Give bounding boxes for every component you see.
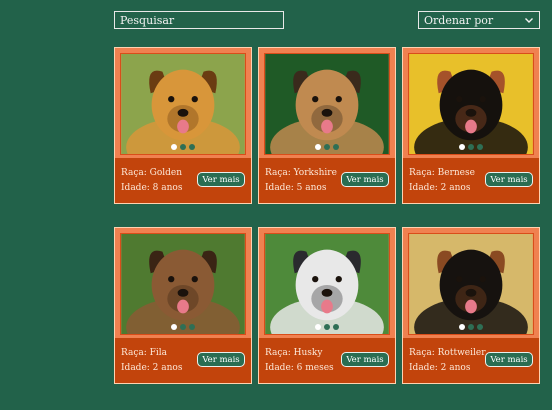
dog-info-panel: Raça: Yorkshire Idade: 5 anos Ver mais <box>259 158 395 203</box>
see-more-button[interactable]: Ver mais <box>341 352 389 367</box>
breed-label: Raça: Rottweiler <box>409 348 486 358</box>
dog-photo-carousel[interactable] <box>120 53 246 155</box>
dog-photo-carousel[interactable] <box>264 233 390 335</box>
carousel-dot[interactable] <box>315 324 321 330</box>
carousel-dot[interactable] <box>324 324 330 330</box>
carousel-dots <box>265 144 389 150</box>
breed-label: Raça: Golden <box>121 168 183 178</box>
dog-info-panel: Raça: Rottweiler Idade: 2 anos Ver mais <box>403 338 539 383</box>
dog-info-panel: Raça: Fila Idade: 2 anos Ver mais <box>115 338 251 383</box>
age-label: Idade: 8 anos <box>121 183 183 193</box>
dog-photo-carousel[interactable] <box>120 233 246 335</box>
carousel-dot[interactable] <box>477 324 483 330</box>
carousel-dot[interactable] <box>468 144 474 150</box>
carousel-dot[interactable] <box>189 144 195 150</box>
see-more-button[interactable]: Ver mais <box>341 172 389 187</box>
sort-dropdown[interactable]: Ordenar por <box>418 11 540 29</box>
carousel-dots <box>409 324 533 330</box>
dog-card: Raça: Bernese Idade: 2 anos Ver mais <box>402 47 540 204</box>
dog-photo <box>121 54 245 154</box>
carousel-dots <box>121 324 245 330</box>
carousel-dot[interactable] <box>180 144 186 150</box>
carousel-dot[interactable] <box>315 144 321 150</box>
carousel-dot[interactable] <box>180 324 186 330</box>
see-more-button[interactable]: Ver mais <box>197 172 245 187</box>
carousel-dot[interactable] <box>333 324 339 330</box>
dog-card: Raça: Husky Idade: 6 meses Ver mais <box>258 227 396 384</box>
carousel-dot[interactable] <box>171 144 177 150</box>
dog-info-panel: Raça: Golden Idade: 8 anos Ver mais <box>115 158 251 203</box>
carousel-dot[interactable] <box>324 144 330 150</box>
age-label: Idade: 2 anos <box>409 363 471 373</box>
carousel-dots <box>265 324 389 330</box>
see-more-button[interactable]: Ver mais <box>197 352 245 367</box>
carousel-dot[interactable] <box>468 324 474 330</box>
age-label: Idade: 2 anos <box>409 183 471 193</box>
carousel-dot[interactable] <box>477 144 483 150</box>
carousel-dot[interactable] <box>171 324 177 330</box>
carousel-dots <box>121 144 245 150</box>
age-label: Idade: 5 anos <box>265 183 327 193</box>
age-label: Idade: 2 anos <box>121 363 183 373</box>
dog-card: Raça: Rottweiler Idade: 2 anos Ver mais <box>402 227 540 384</box>
dog-photo <box>265 234 389 334</box>
dog-card: Raça: Golden Idade: 8 anos Ver mais <box>114 47 252 204</box>
carousel-dot[interactable] <box>459 144 465 150</box>
age-label: Idade: 6 meses <box>265 363 334 373</box>
dog-photo-carousel[interactable] <box>408 53 534 155</box>
dog-photo-carousel[interactable] <box>264 53 390 155</box>
carousel-dot[interactable] <box>333 144 339 150</box>
dog-info-panel: Raça: Bernese Idade: 2 anos Ver mais <box>403 158 539 203</box>
dog-photo <box>121 234 245 334</box>
carousel-dot[interactable] <box>459 324 465 330</box>
dog-photo-carousel[interactable] <box>408 233 534 335</box>
breed-label: Raça: Fila <box>121 348 168 358</box>
carousel-dot[interactable] <box>189 324 195 330</box>
search-input[interactable] <box>114 11 284 29</box>
breed-label: Raça: Yorkshire <box>265 168 337 178</box>
chevron-down-icon <box>525 18 533 23</box>
dog-card: Raça: Fila Idade: 2 anos Ver mais <box>114 227 252 384</box>
sort-dropdown-label: Ordenar por <box>424 13 494 27</box>
dog-photo <box>409 234 533 334</box>
breed-label: Raça: Husky <box>265 348 323 358</box>
dog-photo <box>409 54 533 154</box>
dog-info-panel: Raça: Husky Idade: 6 meses Ver mais <box>259 338 395 383</box>
dog-card: Raça: Yorkshire Idade: 5 anos Ver mais <box>258 47 396 204</box>
carousel-dots <box>409 144 533 150</box>
see-more-button[interactable]: Ver mais <box>485 172 533 187</box>
dog-photo <box>265 54 389 154</box>
see-more-button[interactable]: Ver mais <box>485 352 533 367</box>
breed-label: Raça: Bernese <box>409 168 475 178</box>
